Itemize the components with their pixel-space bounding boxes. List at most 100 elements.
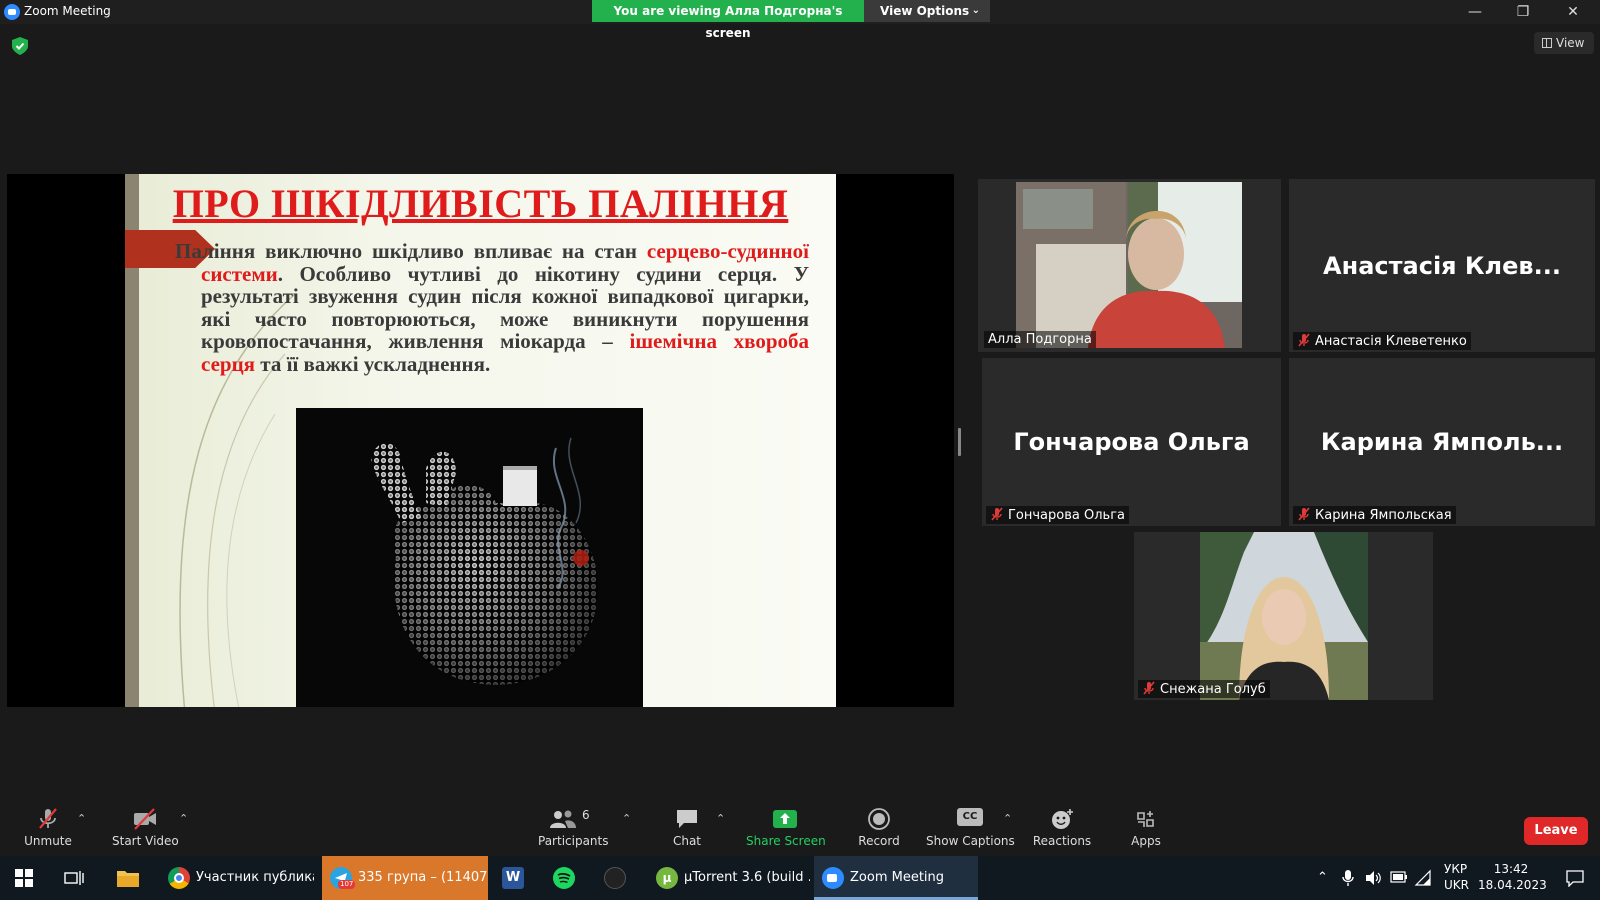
lang-top: УКР [1444, 862, 1468, 876]
audio-options-caret-icon[interactable]: ⌃ [77, 812, 86, 825]
view-options-label: View Options [880, 4, 970, 18]
participant-big-name: Карина Ямполь... [1320, 428, 1564, 456]
video-tile-alla[interactable]: Алла Подгорна [978, 179, 1281, 352]
participant-name: Анастасія Клеветенко [1315, 334, 1467, 349]
chat-label: Chat [672, 834, 702, 848]
share-screen-label: Share Screen [746, 834, 826, 848]
reactions-button[interactable]: Reactions [1032, 808, 1092, 848]
chat-options-caret-icon[interactable]: ⌃ [716, 812, 725, 825]
wifi-icon[interactable] [1414, 869, 1432, 887]
apps-icon [1137, 811, 1154, 827]
cigarette-heart-image [296, 408, 643, 707]
notifications-icon[interactable] [1566, 869, 1584, 887]
unmute-button[interactable]: Unmute [20, 808, 76, 848]
video-tile-karina[interactable]: Карина Ямполь... Карина Ямпольская [1289, 358, 1595, 526]
captions-icon: CC [957, 808, 983, 826]
file-explorer-icon[interactable] [116, 868, 140, 888]
share-screen-button[interactable]: Share Screen [746, 808, 826, 848]
meeting-toolbar: Unmute ⌃ Start Video ⌃ 6 Participants ⌃ … [0, 802, 1600, 856]
taskbar-spotify[interactable] [553, 856, 583, 900]
clock-date: 18.04.2023 [1478, 878, 1547, 892]
slide-title: ПРО ШКІДЛИВІСТЬ ПАЛІННЯ [172, 181, 789, 226]
tray-overflow-icon[interactable]: ⌃ [1317, 870, 1328, 885]
task-label: µTorrent 3.6 (build ... [684, 870, 810, 885]
clock[interactable]: 13:42 18.04.2023 [1478, 861, 1547, 893]
slide-body-text: Паління виключно шкідливо впливає на ста… [175, 240, 809, 375]
viewing-banner: You are viewing Алла Подгорна's screen [592, 0, 864, 40]
participants-button[interactable]: 6 Participants [538, 808, 609, 848]
participant-name-label: Гончарова Ольга [986, 506, 1129, 524]
participant-name: Гончарова Ольга [1008, 508, 1125, 523]
view-layout-button[interactable]: View [1534, 32, 1594, 54]
video-off-icon [134, 808, 156, 830]
title-bar: Zoom Meeting You are viewing Алла Подгор… [0, 0, 1600, 40]
reactions-icon [1052, 809, 1073, 829]
participant-name: Алла Подгорна [988, 332, 1092, 347]
record-button[interactable]: Record [854, 808, 904, 848]
participant-video-snezhana [1134, 532, 1433, 700]
panel-resize-handle[interactable] [958, 428, 961, 456]
participants-options-caret-icon[interactable]: ⌃ [622, 812, 631, 825]
task-label: Участник публика... [196, 870, 314, 885]
restore-icon[interactable]: ❐ [1500, 0, 1546, 24]
keyboard-language[interactable]: УКР UKR [1444, 861, 1469, 893]
battery-icon[interactable] [1390, 871, 1408, 883]
video-options-caret-icon[interactable]: ⌃ [179, 812, 188, 825]
task-label: 335 група – (11407) [358, 870, 488, 885]
grid-view-icon [1542, 38, 1552, 48]
participant-big-name: Гончарова Ольга [1013, 428, 1250, 456]
taskbar-telegram[interactable]: 107 335 група – (11407) [322, 856, 488, 900]
minimize-icon[interactable]: — [1452, 0, 1498, 24]
share-screen-icon [773, 810, 797, 828]
video-tile-snezhana[interactable]: Снежана Голуб [1134, 532, 1433, 700]
participant-big-name: Анастасія Клев... [1323, 251, 1561, 280]
taskbar-chrome[interactable]: Участник публика... [162, 856, 314, 900]
taskbar-word[interactable]: W [502, 856, 532, 900]
record-icon [868, 808, 890, 830]
windows-start-icon[interactable] [15, 869, 33, 887]
zoom-logo-icon [4, 4, 20, 20]
task-view-icon[interactable] [64, 869, 84, 887]
cc-text: CC [962, 811, 978, 822]
participants-label: Participants [538, 834, 609, 848]
spotify-icon [553, 866, 575, 889]
muted-mic-icon [39, 808, 57, 829]
utorrent-icon: µ [656, 866, 678, 889]
chat-icon [677, 810, 697, 828]
chrome-icon [168, 866, 190, 889]
reactions-label: Reactions [1032, 834, 1092, 848]
windows-taskbar: Участник публика... 107335 група – (1140… [0, 856, 1600, 900]
close-icon[interactable]: ✕ [1550, 0, 1596, 24]
leave-button[interactable]: Leave [1524, 817, 1588, 845]
taskbar-zoom[interactable]: Zoom Meeting [814, 856, 978, 900]
telegram-badge: 107 [338, 879, 356, 889]
security-shield-icon[interactable] [12, 37, 28, 55]
unmute-label: Unmute [24, 834, 72, 848]
participant-name-label: Карина Ямпольская [1293, 506, 1456, 524]
zoom-icon [822, 866, 844, 889]
participant-name: Карина Ямпольская [1315, 508, 1452, 523]
taskbar-utorrent[interactable]: µ µTorrent 3.6 (build ... [652, 856, 810, 900]
telegram-icon: 107 [330, 866, 356, 889]
participant-name-label: Снежана Голуб [1138, 680, 1270, 698]
clock-time: 13:42 [1493, 862, 1529, 876]
lang-bottom: UKR [1444, 878, 1469, 892]
microphone-icon[interactable] [1342, 869, 1354, 887]
captions-options-caret-icon[interactable]: ⌃ [1003, 812, 1012, 825]
view-options-button[interactable]: View Options ⌄ [864, 0, 990, 22]
video-tile-goncharova[interactable]: Гончарова Ольга Гончарова Ольга [982, 358, 1281, 526]
volume-icon[interactable] [1364, 869, 1382, 887]
start-video-button[interactable]: Start Video [112, 808, 179, 848]
chat-button[interactable]: Chat [664, 808, 710, 848]
participant-name-label: Анастасія Клеветенко [1293, 332, 1471, 350]
apps-label: Apps [1131, 834, 1161, 848]
apps-button[interactable]: Apps [1126, 808, 1166, 848]
taskbar-app[interactable] [604, 856, 634, 900]
video-tile-anastasia[interactable]: Анастасія Клев... Анастасія Клеветенко [1289, 179, 1595, 352]
show-captions-button[interactable]: CC Show Captions [926, 808, 1015, 848]
task-label: Zoom Meeting [850, 870, 945, 885]
participant-name: Снежана Голуб [1160, 682, 1266, 697]
record-label: Record [858, 834, 900, 848]
slide-text-part: Паління виключно шкідливо впливає на ста… [175, 239, 647, 263]
muted-mic-icon [1298, 333, 1310, 347]
